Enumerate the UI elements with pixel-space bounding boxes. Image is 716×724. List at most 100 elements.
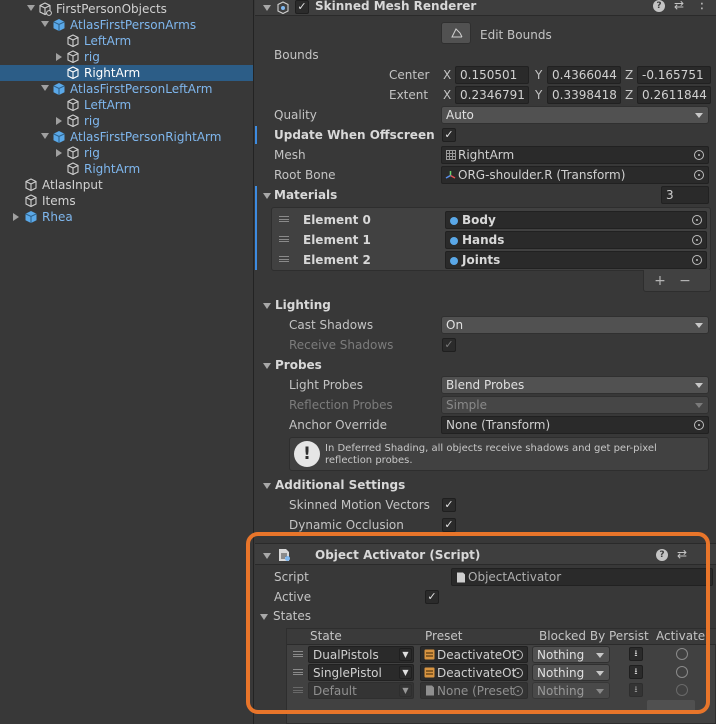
cast-shadows-dropdown[interactable]: On bbox=[441, 316, 709, 334]
skinned-motion-checkbox[interactable]: ✓ bbox=[442, 498, 456, 512]
hierarchy-item-firstpersonobjects[interactable]: FirstPersonObjects bbox=[0, 1, 253, 17]
mesh-cube-icon bbox=[67, 114, 79, 128]
prefab-icon bbox=[25, 211, 37, 223]
mesh-label: Mesh bbox=[274, 148, 306, 162]
receive-shadows-label: Receive Shadows bbox=[289, 338, 394, 352]
anchor-override-field[interactable]: None (Transform) bbox=[441, 416, 709, 434]
hierarchy-item-label: Rhea bbox=[42, 210, 73, 224]
material-sphere-icon bbox=[450, 237, 458, 245]
hierarchy-item-atlasfirstpersonrightarm[interactable]: AtlasFirstPersonRightArm bbox=[0, 129, 253, 145]
remove-element-button[interactable]: − bbox=[678, 274, 692, 288]
override-marker bbox=[255, 186, 257, 270]
fold-open-icon[interactable] bbox=[263, 193, 271, 199]
hierarchy-item-label: FirstPersonObjects bbox=[56, 2, 167, 16]
hierarchy-item-rig[interactable]: rig bbox=[0, 49, 253, 65]
root-bone-value: ORG-shoulder.R (Transform) bbox=[458, 168, 626, 182]
element-material-field[interactable]: Body bbox=[445, 211, 707, 229]
object-picker-icon[interactable] bbox=[694, 420, 704, 430]
drag-handle-icon[interactable] bbox=[279, 236, 289, 242]
light-probes-dropdown[interactable]: Blend Probes bbox=[441, 376, 709, 394]
bounds-label: Bounds bbox=[274, 48, 319, 62]
mesh-cube-icon bbox=[67, 146, 79, 160]
edit-bounds-label: Edit Bounds bbox=[480, 28, 552, 42]
drag-handle-icon[interactable] bbox=[279, 216, 289, 222]
fold-open-icon[interactable] bbox=[41, 21, 49, 27]
center-y-field[interactable]: 0.4366044 bbox=[547, 66, 621, 84]
hierarchy-item-leftarm[interactable]: LeftArm bbox=[0, 97, 253, 113]
hierarchy-item-label: RightArm bbox=[84, 162, 141, 176]
fold-open-icon[interactable] bbox=[41, 133, 49, 139]
context-menu-icon[interactable]: ⋮ bbox=[695, 0, 709, 12]
fold-closed-icon[interactable] bbox=[56, 53, 62, 61]
center-y-label: Y bbox=[535, 68, 543, 82]
fold-closed-icon[interactable] bbox=[56, 117, 62, 125]
gameobject-icon bbox=[39, 2, 52, 16]
edit-bounds-button[interactable] bbox=[441, 22, 471, 44]
gameobject-icon bbox=[25, 194, 37, 208]
hierarchy-item-rig[interactable]: rig bbox=[0, 113, 253, 129]
hierarchy-item-rig[interactable]: rig bbox=[0, 145, 253, 161]
skinned-motion-label: Skinned Motion Vectors bbox=[289, 498, 430, 512]
probes-label: Probes bbox=[275, 358, 322, 372]
info-box: ! In Deferred Shading, all objects recei… bbox=[289, 437, 709, 471]
fold-open-icon[interactable] bbox=[41, 85, 49, 91]
dynamic-occlusion-checkbox[interactable]: ✓ bbox=[442, 518, 456, 532]
help-icon[interactable]: ? bbox=[653, 0, 665, 12]
hierarchy-item-rightarm[interactable]: RightArm bbox=[0, 161, 253, 177]
object-picker-icon[interactable] bbox=[692, 255, 702, 265]
edit-bounds-icon bbox=[451, 28, 463, 38]
fold-closed-icon[interactable] bbox=[56, 149, 62, 157]
fold-closed-icon[interactable] bbox=[13, 213, 19, 221]
lighting-label: Lighting bbox=[275, 298, 331, 312]
fold-open-icon[interactable] bbox=[27, 5, 35, 11]
component-title: Skinned Mesh Renderer bbox=[315, 0, 477, 13]
object-picker-icon[interactable] bbox=[692, 215, 702, 225]
drag-handle-icon[interactable] bbox=[279, 256, 289, 262]
extent-z-field[interactable]: 0.2611844 bbox=[637, 86, 711, 104]
element-material-field[interactable]: Hands bbox=[445, 231, 707, 249]
element-value: Joints bbox=[462, 253, 501, 267]
center-x-field[interactable]: 0.150501 bbox=[455, 66, 529, 84]
material-sphere-icon bbox=[450, 257, 458, 265]
object-picker-icon[interactable] bbox=[692, 235, 702, 245]
hierarchy-item-atlasfirstpersonarms[interactable]: AtlasFirstPersonArms bbox=[0, 17, 253, 33]
hierarchy-item-rightarm-selected[interactable]: RightArm bbox=[0, 65, 253, 81]
hierarchy-item-rhea[interactable]: Rhea bbox=[0, 209, 253, 225]
component-header-skinned-mesh-renderer[interactable]: ✓ Skinned Mesh Renderer ? ⇄ ⋮ bbox=[255, 0, 716, 16]
hierarchy-item-atlasfirstpersonleftarm[interactable]: AtlasFirstPersonLeftArm bbox=[0, 81, 253, 97]
fold-open-icon[interactable] bbox=[263, 303, 271, 309]
hierarchy-item-leftarm[interactable]: LeftArm bbox=[0, 33, 253, 49]
mesh-cube-icon bbox=[67, 98, 79, 112]
hierarchy-item-label: AtlasFirstPersonLeftArm bbox=[70, 82, 213, 96]
preset-icon[interactable]: ⇄ bbox=[674, 0, 684, 12]
extent-y-field[interactable]: 0.3398418 bbox=[547, 86, 621, 104]
list-footer: + − bbox=[643, 270, 711, 292]
anchor-override-label: Anchor Override bbox=[289, 418, 388, 432]
fold-open-icon[interactable] bbox=[263, 5, 271, 11]
center-z-field[interactable]: -0.165751 bbox=[637, 66, 711, 84]
highlight-box bbox=[246, 532, 710, 714]
override-marker bbox=[255, 126, 257, 144]
reflection-probes-dropdown: Simple bbox=[441, 396, 709, 414]
hierarchy-item-label: AtlasFirstPersonArms bbox=[70, 18, 197, 32]
update-offscreen-checkbox[interactable]: ✓ bbox=[442, 128, 456, 142]
root-bone-field[interactable]: ORG-shoulder.R (Transform) bbox=[441, 166, 709, 184]
fold-open-icon[interactable] bbox=[263, 363, 271, 369]
fold-open-icon[interactable] bbox=[263, 483, 271, 489]
extent-x-field[interactable]: 0.2346791 bbox=[455, 86, 529, 104]
materials-count-field[interactable]: 3 bbox=[661, 186, 709, 204]
hierarchy-item-atlasinput[interactable]: AtlasInput bbox=[0, 177, 253, 193]
hierarchy-item-label: Items bbox=[42, 194, 76, 208]
component-enabled-checkbox[interactable]: ✓ bbox=[295, 0, 309, 14]
center-x-label: X bbox=[443, 68, 452, 82]
chevron-down-icon bbox=[695, 323, 703, 328]
element-material-field[interactable]: Joints bbox=[445, 251, 707, 269]
object-picker-icon[interactable] bbox=[694, 170, 704, 180]
mesh-field[interactable]: RightArm bbox=[441, 146, 709, 164]
object-picker-icon[interactable] bbox=[694, 150, 704, 160]
add-element-button[interactable]: + bbox=[653, 274, 667, 288]
hierarchy-item-items[interactable]: Items bbox=[0, 193, 253, 209]
quality-dropdown[interactable]: Auto bbox=[441, 106, 709, 124]
element-label: Element 1 bbox=[303, 233, 371, 247]
material-element-row: Element 1 Hands bbox=[273, 230, 709, 250]
